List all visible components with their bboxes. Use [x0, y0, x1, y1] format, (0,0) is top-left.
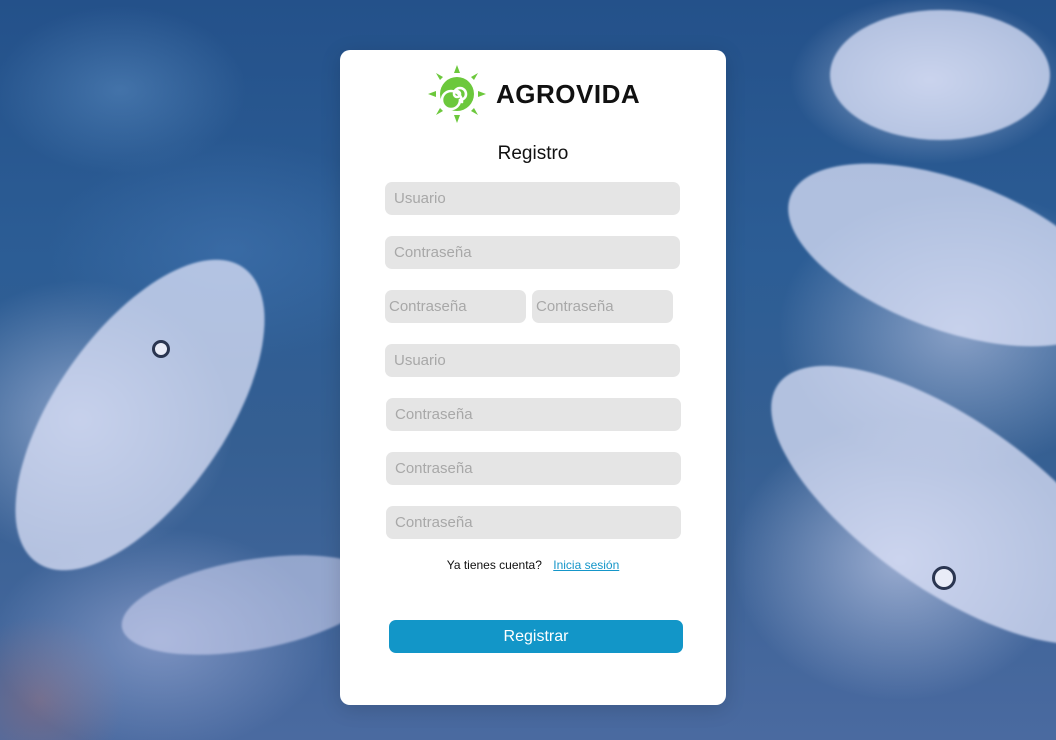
username-field[interactable]: [385, 182, 680, 215]
password-field-4[interactable]: [386, 452, 681, 485]
form-title: Registro: [497, 143, 569, 164]
koi-fish: [764, 126, 1056, 384]
username-field-2[interactable]: [385, 344, 680, 377]
koi-fish: [729, 314, 1056, 696]
register-button[interactable]: Registrar: [389, 620, 683, 653]
koi-fish: [830, 10, 1050, 140]
brand-name: AGROVIDA: [496, 78, 641, 109]
password-field[interactable]: [385, 236, 680, 269]
register-card: AGROVIDA Registro Ya tienes cuenta? Inic…: [340, 50, 726, 705]
koi-fish: [0, 218, 313, 612]
password-field-5[interactable]: [386, 506, 681, 539]
fish-eye: [932, 566, 956, 590]
fish-eye: [152, 340, 170, 358]
brand-logo: AGROVIDA: [426, 62, 640, 126]
signin-row: Ya tienes cuenta? Inicia sesión: [340, 558, 726, 572]
green-sun-spiral-icon: [428, 65, 486, 123]
password-field-right[interactable]: [532, 290, 673, 323]
signin-prompt: Ya tienes cuenta?: [446, 558, 542, 572]
password-field-3[interactable]: [386, 398, 681, 431]
password-field-left[interactable]: [385, 290, 526, 323]
signin-link[interactable]: Inicia sesión: [553, 558, 619, 572]
